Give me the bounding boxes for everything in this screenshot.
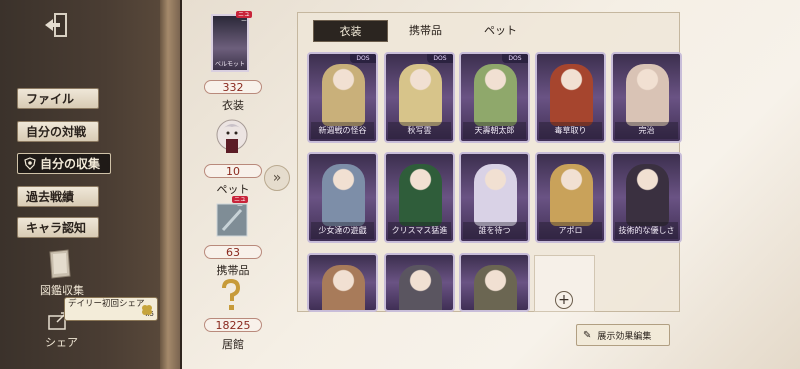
costume-card[interactable]: 完治 bbox=[611, 52, 682, 143]
book-icon[interactable] bbox=[46, 248, 74, 280]
costume-card[interactable]: 技術的な優しさ bbox=[611, 152, 682, 243]
costume-count: 332 bbox=[204, 80, 262, 94]
character-figure bbox=[399, 164, 442, 226]
mansion-count: 18225 bbox=[204, 318, 262, 332]
costume-tag: DOS bbox=[350, 54, 376, 63]
costume-card[interactable]: 新週戦の怪谷 DOS bbox=[307, 52, 378, 143]
sidebar-item-label: 自分の収集 bbox=[40, 157, 101, 171]
character-figure bbox=[399, 265, 442, 310]
share-label: シェア bbox=[45, 336, 78, 349]
pet-count: 10 bbox=[204, 164, 262, 178]
pet-icon[interactable] bbox=[212, 115, 252, 159]
character-figure bbox=[550, 64, 593, 126]
costume-tag: DOS bbox=[502, 54, 528, 63]
shield-icon bbox=[24, 157, 36, 170]
new-badge: ニュー bbox=[236, 11, 252, 25]
character-figure bbox=[550, 164, 593, 226]
add-slot[interactable]: + bbox=[534, 255, 595, 312]
sidebar-item-character[interactable]: キャラ認知 bbox=[17, 217, 99, 238]
costume-card[interactable]: アポロ bbox=[535, 152, 606, 243]
tab-accessory[interactable]: 携帯品 bbox=[388, 20, 463, 42]
chevron-right-icon[interactable]: » bbox=[264, 165, 290, 191]
edit-icon: ✎ bbox=[583, 329, 592, 341]
costume-card[interactable] bbox=[459, 253, 530, 312]
costume-caption: 技術的な優しさ bbox=[615, 222, 678, 239]
mansion-label: 居館 bbox=[222, 338, 244, 351]
costume-tag: DOS bbox=[427, 54, 453, 63]
character-figure bbox=[474, 265, 517, 310]
bubble-text: デイリー初回シェア bbox=[68, 299, 145, 309]
costume-card[interactable]: 秋写雲 DOS bbox=[384, 52, 455, 143]
character-figure bbox=[474, 164, 517, 226]
costume-card[interactable] bbox=[307, 253, 378, 312]
sidebar-item-label: ファイル bbox=[26, 92, 75, 106]
sidebar-item-history[interactable]: 過去戦績 bbox=[17, 186, 99, 207]
sidebar-item-file[interactable]: ファイル bbox=[17, 88, 99, 109]
accessory-label: 携帯品 bbox=[216, 264, 250, 277]
pet-label: ペット bbox=[216, 183, 250, 196]
character-figure bbox=[474, 64, 517, 126]
character-figure bbox=[322, 265, 365, 310]
clover-icon bbox=[142, 305, 152, 315]
character-figure bbox=[626, 64, 669, 126]
question-mark-icon[interactable] bbox=[218, 279, 244, 313]
tab-bar: 衣装 携帯品 ペット bbox=[313, 20, 538, 42]
edit-display-label: 展示効果編集 bbox=[597, 331, 652, 342]
character-figure bbox=[626, 164, 669, 226]
costume-card[interactable]: クリスマス猛進 bbox=[384, 152, 455, 243]
character-figure bbox=[322, 164, 365, 226]
book-label: 図鑑収集 bbox=[40, 284, 84, 297]
costume-caption: クリスマス猛進 bbox=[388, 222, 451, 239]
exit-icon[interactable] bbox=[42, 10, 70, 40]
costume-caption: 毒草取り bbox=[539, 122, 602, 139]
accessory-icon[interactable] bbox=[213, 200, 251, 240]
costume-label: 衣装 bbox=[222, 99, 244, 112]
costume-caption: 誰を待つ bbox=[463, 222, 526, 239]
costume-caption: 天壽朝太郎 bbox=[463, 122, 526, 139]
costume-caption: アポロ bbox=[539, 222, 602, 239]
daily-share-bubble[interactable]: デイリー初回シェア x5 bbox=[64, 297, 158, 321]
plus-icon: + bbox=[555, 291, 573, 309]
costume-caption: 完治 bbox=[615, 122, 678, 139]
costume-card[interactable]: 毒草取り bbox=[535, 52, 606, 143]
tab-costume[interactable]: 衣装 bbox=[313, 20, 388, 42]
tab-pet[interactable]: ペット bbox=[463, 20, 538, 42]
sidebar-item-label: 過去戦績 bbox=[26, 190, 75, 204]
character-name: ベルモット bbox=[214, 61, 245, 68]
edit-display-button[interactable]: ✎ 展示効果編集 bbox=[576, 324, 670, 346]
costume-caption: 少女達の遊戯 bbox=[311, 222, 374, 239]
costume-caption: 秋写雲 bbox=[388, 122, 451, 139]
sidebar-item-my-matches[interactable]: 自分の対戦 bbox=[17, 121, 99, 142]
sidebar-item-label: キャラ認知 bbox=[26, 221, 87, 235]
character-figure bbox=[399, 64, 442, 126]
costume-card[interactable]: 天壽朝太郎 DOS bbox=[459, 52, 530, 143]
sidebar-item-my-collection[interactable]: 自分の収集 bbox=[17, 153, 111, 174]
sidebar-item-label: 自分の対戦 bbox=[26, 125, 87, 139]
costume-card[interactable] bbox=[384, 253, 455, 312]
costume-card[interactable]: 誰を待つ bbox=[459, 152, 530, 243]
new-badge: ニュー bbox=[232, 196, 248, 210]
sidebar-edge bbox=[160, 0, 182, 369]
character-figure bbox=[322, 64, 365, 126]
costume-card[interactable]: 少女達の遊戯 bbox=[307, 152, 378, 243]
costume-caption: 新週戦の怪谷 bbox=[311, 122, 374, 139]
accessory-count: 63 bbox=[204, 245, 262, 259]
